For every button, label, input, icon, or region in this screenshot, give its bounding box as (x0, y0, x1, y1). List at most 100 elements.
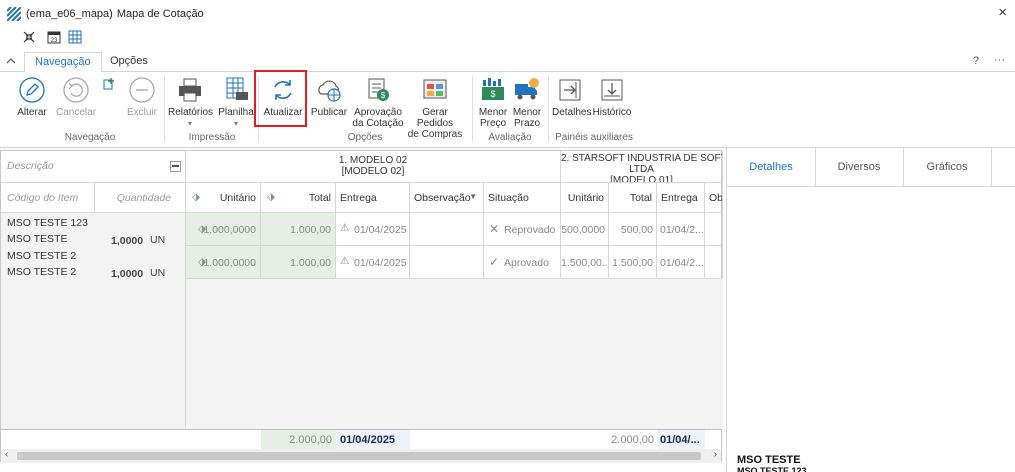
codigo-filter[interactable]: Código do Item (1, 183, 95, 213)
row-2-situacao[interactable]: ✓ Aprovado (484, 246, 561, 279)
panel-arrow-down-icon (601, 79, 623, 101)
col-s2-entrega[interactable]: Entrega (657, 183, 705, 213)
col-s2-total[interactable]: Total (609, 183, 657, 213)
quick-access-toolbar: 23 (22, 30, 82, 46)
group-label-paineis: Painéis auxiliares (555, 132, 633, 143)
row-1-entrega[interactable]: ⚠ 01/04/2025 (336, 213, 410, 246)
supplier-2-header: 2. STARSOFT INDUSTRIA DE SOFTWA LTDA [MO… (561, 151, 723, 183)
col-s2-ob[interactable]: Ob (705, 183, 723, 213)
row-2-s2-ob (705, 246, 723, 279)
gerar-label-1: Gerar Pedidos (416, 107, 454, 129)
reject-x-icon: ✕ (489, 222, 500, 236)
collapse-icon[interactable] (22, 30, 36, 44)
row-2-observacao[interactable] (410, 246, 484, 279)
supplier-1-header: 1. MODELO 02 [MODELO 02] (186, 151, 561, 183)
tab-opcoes[interactable]: Opções (100, 52, 158, 72)
row-2-entrega-value: 01/04/2025 (354, 257, 407, 269)
col-observacao-label: Observação (414, 192, 471, 204)
group-label-opcoes: Opções (347, 132, 383, 143)
relatorios-label: Relatórios (168, 107, 214, 118)
title-bar: (ema_e06_mapa) Mapa de Cotação × (0, 0, 1015, 28)
tab-navegacao[interactable]: Navegação (24, 52, 102, 74)
undo-icon (63, 77, 89, 103)
svg-text:$: $ (490, 89, 495, 99)
quantidade-filter[interactable]: Quantidade (95, 183, 186, 213)
col-total[interactable]: ⬗ Total (261, 183, 336, 213)
details-item-title: MSO TESTE (737, 454, 801, 466)
row-1-situacao[interactable]: ✕ Reprovado (484, 213, 561, 246)
col-s2-ob-label: Ob (709, 192, 723, 204)
grid-view-icon[interactable] (68, 30, 82, 44)
close-icon[interactable]: × (998, 4, 1007, 21)
row-1-total: 1.000,00 (261, 213, 336, 246)
supplier-2-code: [MODELO 01] (610, 175, 673, 183)
cloud-globe-icon (318, 80, 341, 102)
cancelar-button[interactable]: Cancelar (56, 76, 96, 118)
help-icon[interactable]: ? (973, 55, 979, 67)
new-record-icon[interactable] (103, 78, 115, 90)
col-observacao[interactable]: Observação ▼ (410, 183, 484, 213)
row-2-situacao-value: Aprovado (504, 257, 549, 269)
row-2-total: 1.000,00 (261, 246, 336, 279)
col-unitario[interactable]: ⬗ Unitário (186, 183, 261, 213)
horizontal-scrollbar[interactable]: ‹ › (1, 449, 721, 463)
row-2-s2-unitario: 1.500,00... (561, 246, 609, 279)
row-1-situacao-value: Reprovado (504, 224, 556, 236)
scrollbar-thumb[interactable] (17, 452, 701, 460)
relatorios-button[interactable]: Relatórios ▾ (168, 76, 214, 129)
publicar-button[interactable]: Publicar (310, 76, 348, 118)
row-1-unitario[interactable]: ⬗ 1.000,0000 (186, 213, 261, 246)
menor-prazo-button[interactable]: Menor Prazo (510, 76, 544, 129)
filter-funnel-icon[interactable]: ▼ (469, 192, 477, 201)
ribbon: Alterar Cancelar Excluir Navegação Relat… (0, 72, 1015, 148)
row-1-descricao: MSO TESTE (7, 233, 68, 245)
excluir-button[interactable]: Excluir (124, 76, 160, 118)
alterar-label: Alterar (17, 107, 47, 118)
row-1-s2-total: 500,00 (609, 213, 657, 246)
tab-graficos[interactable]: Gráficos (903, 148, 992, 186)
detalhes-button[interactable]: Detalhes (552, 76, 592, 118)
row-1-quantidade: 1,0000 (111, 235, 144, 247)
menor-preco-button[interactable]: $ Menor Preço (476, 76, 510, 129)
scroll-left-icon[interactable]: ‹ (5, 449, 8, 460)
row-1-entrega-value: 01/04/2025 (354, 224, 407, 236)
descricao-filter[interactable]: Descrição ▬ (1, 151, 186, 183)
row-2-quantidade: 1,0000 (111, 268, 144, 280)
col-situacao[interactable]: Situação (484, 183, 561, 213)
spreadsheet-print-icon (226, 77, 248, 100)
historico-button[interactable]: Histórico (592, 76, 632, 118)
aprovacao-cotacao-button[interactable]: $ Aprovação da Cotação (352, 76, 404, 129)
more-options-icon[interactable]: ··· (994, 54, 1005, 66)
tab-detalhes[interactable]: Detalhes (727, 148, 816, 186)
calendar-icon[interactable]: 23 (47, 30, 61, 44)
approve-check-icon: ✓ (489, 255, 500, 269)
col-entrega[interactable]: Entrega (336, 183, 410, 213)
approval-document-icon: $ (368, 78, 389, 101)
scroll-right-icon[interactable]: › (714, 449, 717, 460)
window-title-text: Mapa de Cotação (116, 8, 204, 20)
tab-diversos[interactable]: Diversos (815, 148, 904, 186)
row-1-observacao[interactable] (410, 213, 484, 246)
publicar-label: Publicar (310, 107, 348, 118)
planilha-button[interactable]: Planilha ▾ (216, 76, 256, 129)
gerar-pedidos-button[interactable]: Gerar Pedidos de Compras (405, 76, 465, 140)
cancelar-label: Cancelar (56, 107, 97, 118)
collapse-ribbon-icon[interactable] (6, 56, 16, 66)
col-s2-total-label: Total (629, 192, 652, 204)
window-title-prefix: (ema_e06_mapa) (26, 8, 113, 20)
price-tag-icon: ⬗ (198, 223, 207, 235)
row-2-entrega[interactable]: ⚠ 01/04/2025 (336, 246, 410, 279)
row-2-un: UN (150, 267, 166, 279)
detalhes-label: Detalhes (552, 107, 592, 118)
col-s2-unitario[interactable]: Unitário (561, 183, 609, 213)
alterar-button[interactable]: Alterar (14, 76, 50, 118)
details-item-code: MSO TESTE 123 (737, 466, 807, 472)
menor-prazo-label-1: Menor (512, 107, 542, 118)
row-2-s2-entrega: 01/04/2... (657, 246, 705, 279)
row-2-unitario[interactable]: ⬗ 1.000,0000 (186, 246, 261, 279)
col-s2-unitario-label: Unitário (567, 192, 604, 204)
svg-text:23: 23 (51, 38, 58, 44)
col-entrega-label: Entrega (340, 192, 377, 204)
filter-icon[interactable]: ▬ (170, 161, 181, 172)
supplier-2-name-cont: LTDA (629, 164, 654, 175)
